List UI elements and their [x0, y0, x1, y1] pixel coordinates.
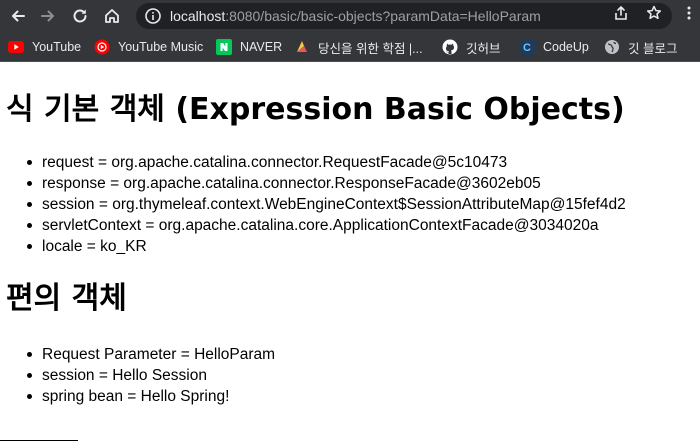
info-icon[interactable] — [144, 7, 162, 25]
bookmark-naver[interactable]: NAVER — [216, 38, 282, 56]
youtube-icon — [8, 39, 24, 55]
list-item: locale = ko_KR — [27, 236, 626, 257]
bookmarks-bar: YouTube YouTube Music NAVER 당신을 위한 학점 |.… — [0, 32, 700, 62]
svg-text:C: C — [523, 42, 531, 54]
list-item: Request Parameter = HelloParam — [26, 346, 276, 363]
url-host: localhost — [170, 8, 226, 24]
list-item: response = org.apache.catalina.connector… — [27, 173, 626, 194]
menu-icon[interactable] — [680, 4, 698, 22]
list-item: spring bean = Hello Spring! — [26, 386, 275, 407]
horizontal-rule — [0, 440, 78, 441]
bookmark-github[interactable]: 깃허브 — [442, 38, 501, 56]
list-item: session = org.thymeleaf.context.WebEngin… — [27, 196, 626, 213]
codeup-icon: C — [519, 39, 535, 55]
list-item: request = org.apache.catalina.connector.… — [27, 152, 626, 173]
forward-icon[interactable] — [36, 4, 60, 28]
bookmark-star-icon[interactable] — [645, 4, 663, 22]
globe-icon — [604, 39, 620, 55]
back-icon[interactable] — [6, 4, 30, 28]
youtube-music-icon — [94, 39, 110, 55]
address-bar[interactable]: localhost:8080/basic/basic-objects?param… — [136, 3, 672, 29]
bookmark-youtube-music[interactable]: YouTube Music — [94, 38, 203, 56]
basic-objects-heading: 식 기본 객체 (Expression Basic Objects) — [6, 92, 625, 127]
convenience-objects-list: Request Parameter = HelloParam session =… — [26, 344, 276, 407]
url-path: :8080/basic/basic-objects?paramData=Hell… — [225, 8, 541, 24]
list-item: servletContext = org.apache.catalina.cor… — [27, 215, 626, 236]
bookmark-codeup[interactable]: C CodeUp — [519, 38, 589, 56]
bookmark-label: NAVER — [240, 40, 283, 54]
browser-toolbar: localhost:8080/basic/basic-objects?param… — [0, 0, 700, 32]
bookmark-label: 깃 블로그 — [628, 41, 678, 56]
bookmark-label: 당신을 위한 학점 |... — [318, 41, 423, 56]
list-item: session = Hello Session — [26, 365, 275, 386]
bookmark-youtube[interactable]: YouTube — [8, 38, 81, 56]
bookmark-credit-site[interactable]: 당신을 위한 학점 |... — [294, 38, 423, 56]
reload-icon[interactable] — [68, 4, 92, 28]
bookmark-label: 깃허브 — [466, 41, 501, 56]
bookmark-label: YouTube Music — [118, 40, 204, 54]
page-content: 식 기본 객체 (Expression Basic Objects) reque… — [0, 62, 700, 442]
home-icon[interactable] — [100, 4, 124, 28]
bookmark-git-blog[interactable]: 깃 블로그 — [604, 38, 677, 56]
basic-objects-list: request = org.apache.catalina.connector.… — [27, 152, 626, 257]
github-icon — [442, 39, 458, 55]
share-icon[interactable] — [612, 4, 630, 22]
naver-icon — [216, 39, 232, 55]
url-text[interactable]: localhost:8080/basic/basic-objects?param… — [170, 7, 541, 25]
bookmark-site-icon — [294, 39, 310, 55]
bookmark-label: YouTube — [32, 40, 82, 54]
bookmark-label: CodeUp — [543, 40, 589, 54]
convenience-objects-heading: 편의 객체 — [6, 281, 127, 316]
